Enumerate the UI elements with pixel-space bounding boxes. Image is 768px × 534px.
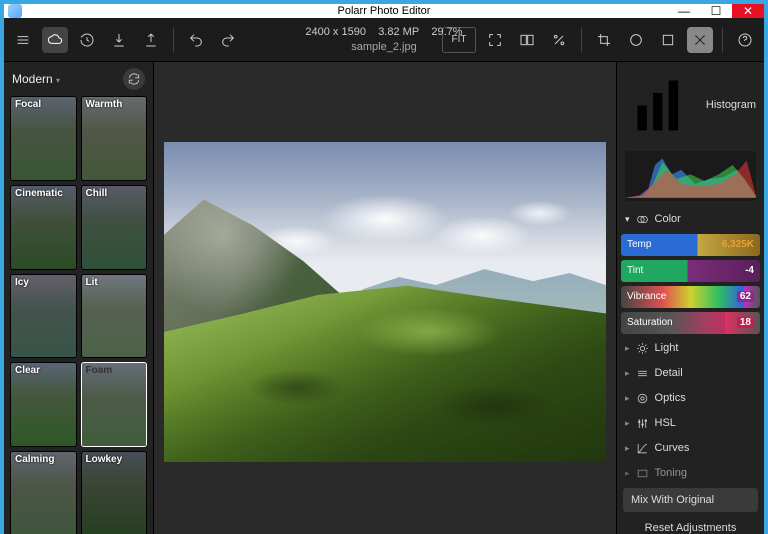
section-light[interactable]: ▸ Light	[617, 336, 764, 361]
section-color[interactable]: ▾ Color	[617, 207, 764, 232]
filter-foam[interactable]: Foam	[81, 362, 148, 447]
photo-preview	[164, 142, 606, 462]
minimize-button[interactable]: —	[668, 4, 700, 18]
filter-cinematic[interactable]: Cinematic	[10, 185, 77, 270]
histogram-header[interactable]: Histogram	[617, 62, 764, 149]
section-detail[interactable]: ▸ Detail	[617, 361, 764, 386]
circle-icon[interactable]	[623, 27, 649, 53]
redo-icon[interactable]	[215, 27, 241, 53]
shuffle-filters-icon[interactable]	[123, 68, 145, 90]
percent-icon[interactable]	[546, 27, 572, 53]
section-toning[interactable]: ▸ Toning	[617, 461, 764, 486]
toolbar: 2400 x 1590 3.82 MP 29.7% sample_2.jpg F…	[4, 18, 764, 62]
help-icon[interactable]	[732, 27, 758, 53]
undo-icon[interactable]	[183, 27, 209, 53]
filter-clear[interactable]: Clear	[10, 362, 77, 447]
section-curves[interactable]: ▸ Curves	[617, 436, 764, 461]
filter-lit[interactable]: Lit	[81, 274, 148, 359]
filter-warmth[interactable]: Warmth	[81, 96, 148, 181]
filter-category-dropdown[interactable]: Modern ▾	[12, 72, 60, 86]
filter-lowkey[interactable]: Lowkey	[81, 451, 148, 534]
import-icon[interactable]	[106, 27, 132, 53]
mix-original-button[interactable]: Mix With Original	[623, 488, 758, 512]
fit-button[interactable]: FIT	[442, 27, 476, 53]
cloud-icon[interactable]	[42, 27, 68, 53]
titlebar: Polarr Photo Editor — ☐ ✕	[4, 4, 764, 18]
reset-adjustments-button[interactable]: Reset Adjustments	[623, 516, 758, 534]
square-icon[interactable]	[655, 27, 681, 53]
export-icon[interactable]	[138, 27, 164, 53]
adjustments-panel: Histogram ▾ Color Temp6,325K	[616, 62, 764, 534]
megapixels-label: 3.82 MP	[378, 26, 419, 38]
filter-chill[interactable]: Chill	[81, 185, 148, 270]
histogram-display	[625, 151, 756, 201]
slider-temp[interactable]: Temp6,325K	[621, 234, 760, 256]
filter-calming[interactable]: Calming	[10, 451, 77, 534]
fullscreen-icon[interactable]	[482, 27, 508, 53]
filter-focal[interactable]: Focal	[10, 96, 77, 181]
history-icon[interactable]	[74, 27, 100, 53]
filter-icy[interactable]: Icy	[10, 274, 77, 359]
app-icon	[8, 4, 22, 18]
section-optics[interactable]: ▸ Optics	[617, 386, 764, 411]
section-hsl[interactable]: ▸ HSL	[617, 411, 764, 436]
maximize-button[interactable]: ☐	[700, 4, 732, 18]
adjust-panel-icon[interactable]	[687, 27, 713, 53]
close-button[interactable]: ✕	[732, 4, 764, 18]
window-title: Polarr Photo Editor	[4, 5, 764, 17]
compare-icon[interactable]	[514, 27, 540, 53]
canvas[interactable]	[154, 62, 616, 534]
menu-icon[interactable]	[10, 27, 36, 53]
crop-icon[interactable]	[591, 27, 617, 53]
slider-saturation[interactable]: Saturation18	[621, 312, 760, 334]
filters-panel: Modern ▾ Focal Warmth Cinematic Chill Ic…	[4, 62, 154, 534]
slider-tint[interactable]: Tint-4	[621, 260, 760, 282]
dimensions-label: 2400 x 1590	[305, 26, 366, 38]
slider-vibrance[interactable]: Vibrance62	[621, 286, 760, 308]
